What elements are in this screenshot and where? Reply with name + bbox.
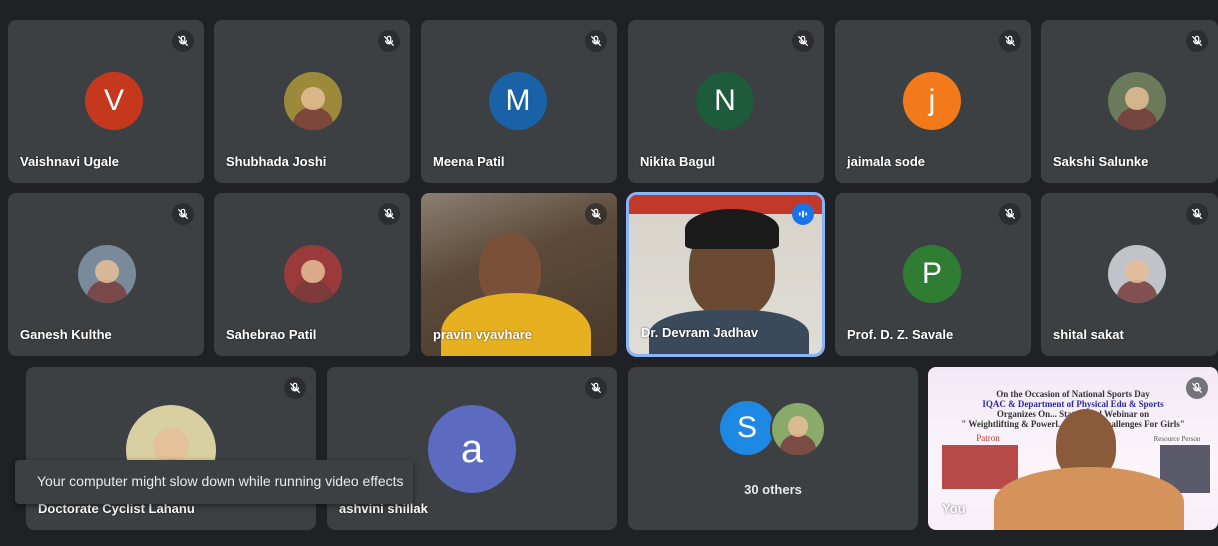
others-avatar: S xyxy=(720,401,774,455)
mic-off-icon xyxy=(172,30,194,52)
self-video-body xyxy=(994,467,1184,530)
participant-tile[interactable]: M Meena Patil xyxy=(421,20,617,183)
avatar xyxy=(1108,245,1166,303)
mic-off-icon xyxy=(172,203,194,225)
mic-off-icon xyxy=(1186,30,1208,52)
participant-name: Shubhada Joshi xyxy=(226,154,327,169)
others-tile[interactable]: S 30 others xyxy=(628,367,918,530)
participant-tile[interactable]: P Prof. D. Z. Savale xyxy=(835,193,1031,356)
participant-name: Meena Patil xyxy=(433,154,505,169)
mic-off-icon xyxy=(1186,377,1208,399)
self-tile[interactable]: On the Occasion of National Sports Day I… xyxy=(928,367,1218,530)
participant-tile[interactable]: V Vaishnavi Ugale xyxy=(8,20,204,183)
participant-tile[interactable]: N Nikita Bagul xyxy=(628,20,824,183)
headphones xyxy=(685,209,779,249)
participant-name: Vaishnavi Ugale xyxy=(20,154,119,169)
participant-name: Sakshi Salunke xyxy=(1053,154,1149,169)
poster-line: IQAC & Department of Physical Edu & Spor… xyxy=(982,399,1164,409)
participant-tile[interactable]: j jaimala sode xyxy=(835,20,1031,183)
poster-resource-label: Resource Person xyxy=(1153,435,1201,443)
others-avatar-photo xyxy=(770,401,826,457)
poster-photo xyxy=(942,445,1018,489)
mic-off-icon xyxy=(378,203,400,225)
mic-off-icon xyxy=(999,203,1021,225)
mic-off-icon xyxy=(585,203,607,225)
participant-name: jaimala sode xyxy=(847,154,926,169)
participant-name: shital sakat xyxy=(1053,327,1124,342)
avatar xyxy=(284,245,342,303)
participant-tile[interactable]: Sahebrao Patil xyxy=(214,193,410,356)
avatar xyxy=(78,245,136,303)
participant-video-tile[interactable]: Dr. Devram Jadhav xyxy=(626,192,825,357)
participant-name: Nikita Bagul xyxy=(640,154,716,169)
participant-tile[interactable]: a ashvini shillak xyxy=(327,367,617,530)
poster-line: On the Occasion of National Sports Day xyxy=(996,389,1150,399)
avatar xyxy=(1108,72,1166,130)
participant-video-tile[interactable]: pravin vyavhare xyxy=(421,193,617,356)
participant-tile[interactable]: shital sakat xyxy=(1041,193,1218,356)
mic-off-icon xyxy=(999,30,1021,52)
others-count: 30 others xyxy=(744,482,802,497)
mic-off-icon xyxy=(585,30,607,52)
mic-off-icon xyxy=(792,30,814,52)
participant-name: Prof. D. Z. Savale xyxy=(847,327,954,342)
self-label: You xyxy=(942,501,966,516)
participant-tile[interactable]: Shubhada Joshi xyxy=(214,20,410,183)
mic-off-icon xyxy=(284,377,306,399)
avatar: N xyxy=(696,72,754,130)
participant-name: Sahebrao Patil xyxy=(226,327,317,342)
participant-name: pravin vyavhare xyxy=(433,327,533,342)
avatar: P xyxy=(903,245,961,303)
avatar: M xyxy=(489,72,547,130)
poster-patron-label: Patron xyxy=(976,433,1000,443)
speaking-indicator-icon xyxy=(792,203,814,225)
avatar: V xyxy=(85,72,143,130)
participant-tile[interactable]: Sakshi Salunke xyxy=(1041,20,1218,183)
mic-off-icon xyxy=(378,30,400,52)
mic-off-icon xyxy=(585,377,607,399)
avatar: a xyxy=(428,405,516,493)
mic-off-icon xyxy=(1186,203,1208,225)
participant-name: Ganesh Kulthe xyxy=(20,327,112,342)
video-effects-toast: Your computer might slow down while runn… xyxy=(15,460,413,504)
participant-tile[interactable]: Ganesh Kulthe xyxy=(8,193,204,356)
avatar xyxy=(284,72,342,130)
participant-tile[interactable]: Doctorate Cyclist Lahanu xyxy=(26,367,316,530)
participant-name: Dr. Devram Jadhav xyxy=(641,325,759,340)
avatar: j xyxy=(903,72,961,130)
